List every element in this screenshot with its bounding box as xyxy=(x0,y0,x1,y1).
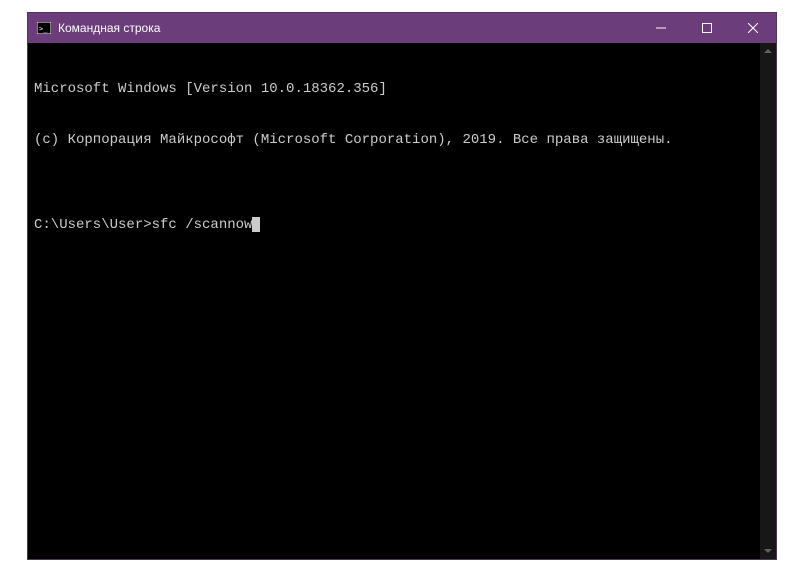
output-line: Microsoft Windows [Version 10.0.18362.35… xyxy=(34,81,754,98)
titlebar[interactable]: >_ Командная строка xyxy=(28,13,776,43)
window-title: Командная строка xyxy=(58,21,638,35)
maximize-button[interactable] xyxy=(684,13,730,43)
minimize-button[interactable] xyxy=(638,13,684,43)
vertical-scrollbar[interactable] xyxy=(760,43,776,559)
command-input[interactable]: sfc /scannow xyxy=(152,217,253,234)
svg-text:>_: >_ xyxy=(39,25,48,33)
scroll-up-arrow[interactable] xyxy=(760,43,776,59)
cmd-icon: >_ xyxy=(36,20,52,36)
prompt-line: C:\Users\User>sfc /scannow xyxy=(34,217,754,234)
output-line: (c) Корпорация Майкрософт (Microsoft Cor… xyxy=(34,132,754,149)
cursor xyxy=(252,217,260,232)
prompt: C:\Users\User> xyxy=(34,217,152,234)
terminal-body: Microsoft Windows [Version 10.0.18362.35… xyxy=(28,43,776,559)
scroll-down-arrow[interactable] xyxy=(760,543,776,559)
command-prompt-window: >_ Командная строка xyxy=(27,12,777,560)
close-button[interactable] xyxy=(730,13,776,43)
terminal-content[interactable]: Microsoft Windows [Version 10.0.18362.35… xyxy=(28,43,760,559)
window-controls xyxy=(638,13,776,43)
